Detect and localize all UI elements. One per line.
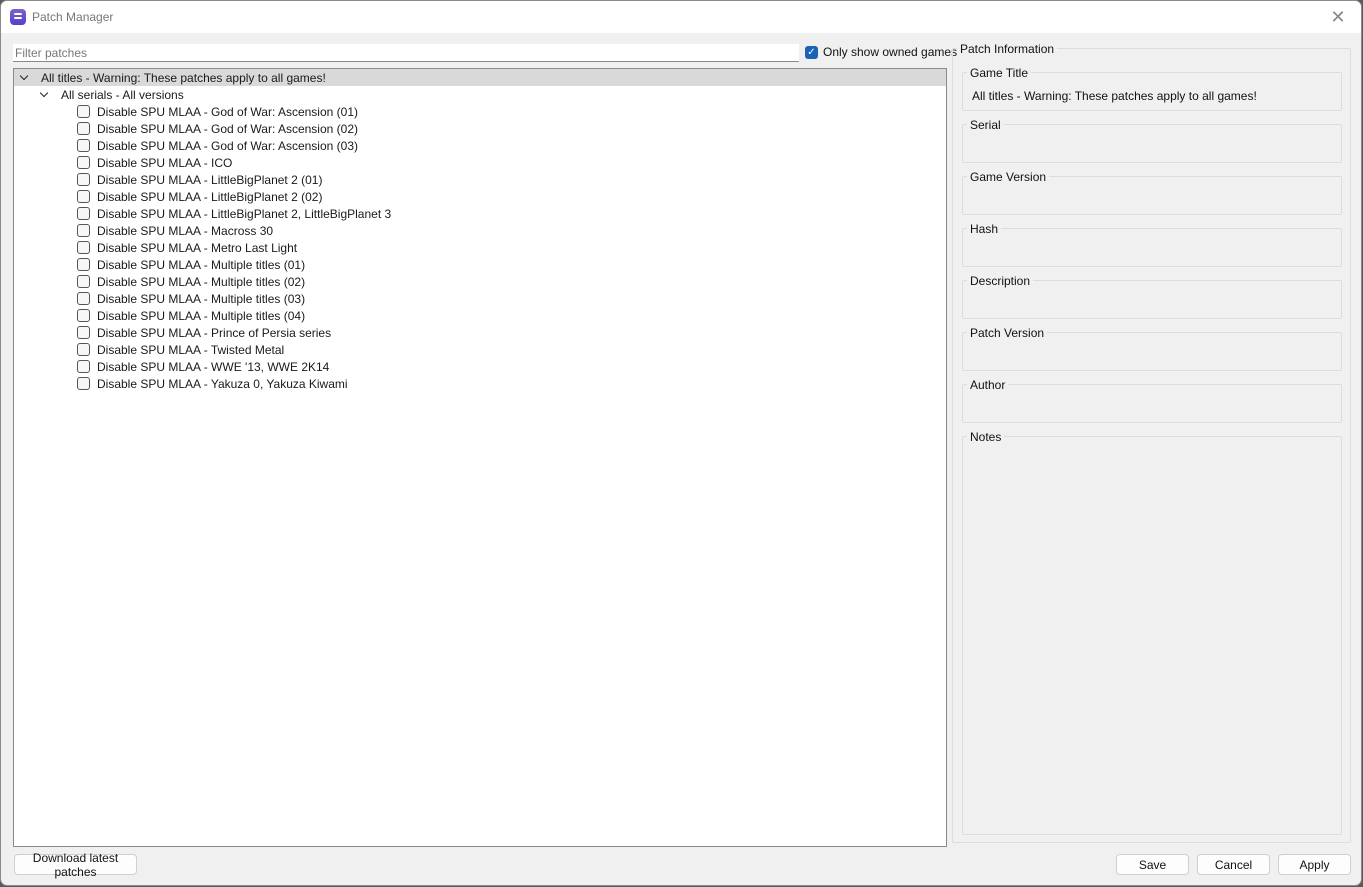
patch-item[interactable]: Disable SPU MLAA - Multiple titles (03) [77, 290, 305, 307]
patch-information-title: Patch Information [957, 42, 1058, 56]
only-show-owned-games-label: Only show owned games [823, 45, 958, 59]
patch-item[interactable]: Disable SPU MLAA - God of War: Ascension… [77, 137, 358, 154]
info-field-notes [962, 436, 1342, 835]
patch-label: Disable SPU MLAA - Multiple titles (04) [97, 308, 306, 323]
patch-label: Disable SPU MLAA - Macross 30 [97, 223, 274, 238]
patch-checkbox[interactable] [77, 224, 90, 237]
patch-label: Disable SPU MLAA - Multiple titles (01) [97, 257, 306, 272]
patch-item[interactable]: Disable SPU MLAA - God of War: Ascension… [77, 103, 358, 120]
patch-checkbox[interactable] [77, 241, 90, 254]
patch-label: Disable SPU MLAA - God of War: Ascension… [97, 138, 358, 153]
patch-item[interactable]: Disable SPU MLAA - Multiple titles (02) [77, 273, 305, 290]
patch-checkbox[interactable] [77, 156, 90, 169]
patch-checkbox[interactable] [77, 377, 90, 390]
tree-item-all-titles[interactable]: All titles - Warning: These patches appl… [14, 69, 946, 86]
patch-label: Disable SPU MLAA - WWE '13, WWE 2K14 [97, 359, 330, 374]
patch-label: Disable SPU MLAA - ICO [97, 155, 233, 170]
patch-checkbox[interactable] [77, 190, 90, 203]
patch-checkbox[interactable] [77, 173, 90, 186]
info-field-hash [962, 228, 1342, 267]
filter-patches-input[interactable] [13, 44, 799, 62]
apply-button[interactable]: Apply [1278, 854, 1351, 875]
patch-item[interactable]: Disable SPU MLAA - Prince of Persia seri… [77, 324, 331, 341]
patch-label: Disable SPU MLAA - LittleBigPlanet 2 (01… [97, 172, 323, 187]
patch-label: Disable SPU MLAA - LittleBigPlanet 2, Li… [97, 206, 392, 221]
patch-item[interactable]: Disable SPU MLAA - Yakuza 0, Yakuza Kiwa… [77, 375, 348, 392]
info-field-label: Game Title [967, 66, 1032, 80]
close-button[interactable]: ✕ [1315, 1, 1361, 33]
patch-tree[interactable]: All titles - Warning: These patches appl… [13, 68, 947, 847]
patch-label: Disable SPU MLAA - Metro Last Light [97, 240, 298, 255]
info-field-author [962, 384, 1342, 423]
cancel-button[interactable]: Cancel [1197, 854, 1270, 875]
close-icon: ✕ [1330, 6, 1346, 27]
info-field-label: Serial [967, 118, 1004, 132]
patch-checkbox[interactable] [77, 207, 90, 220]
patch-label: Disable SPU MLAA - LittleBigPlanet 2 (02… [97, 189, 323, 204]
patch-item[interactable]: Disable SPU MLAA - Multiple titles (01) [77, 256, 305, 273]
patch-item[interactable]: Disable SPU MLAA - WWE '13, WWE 2K14 [77, 358, 329, 375]
app-icon [10, 9, 26, 25]
patch-label: Disable SPU MLAA - Multiple titles (03) [97, 291, 306, 306]
chevron-down-icon[interactable] [19, 72, 31, 84]
info-field-label: Patch Version [967, 326, 1048, 340]
patch-checkbox[interactable] [77, 309, 90, 322]
download-latest-patches-button[interactable]: Download latest patches [14, 851, 137, 879]
patch-checkbox[interactable] [77, 139, 90, 152]
info-field-value: All titles - Warning: These patches appl… [972, 89, 1257, 103]
tree-item-all-serials[interactable]: All serials - All versions [14, 86, 946, 103]
info-field-label: Game Version [967, 170, 1050, 184]
patch-checkbox[interactable] [77, 105, 90, 118]
patch-checkbox[interactable] [77, 275, 90, 288]
patch-label: Disable SPU MLAA - Prince of Persia seri… [97, 325, 332, 340]
tree-item-label: All titles - Warning: These patches appl… [41, 70, 326, 85]
chevron-down-icon[interactable] [39, 89, 51, 101]
info-field-label: Notes [967, 430, 1005, 444]
patch-item[interactable]: Disable SPU MLAA - Metro Last Light [77, 239, 297, 256]
patch-label: Disable SPU MLAA - Twisted Metal [97, 342, 285, 357]
patch-item[interactable]: Disable SPU MLAA - LittleBigPlanet 2, Li… [77, 205, 391, 222]
patch-checkbox[interactable] [77, 292, 90, 305]
patch-item[interactable]: Disable SPU MLAA - Twisted Metal [77, 341, 284, 358]
only-show-owned-games-checkbox[interactable]: ✓ Only show owned games [805, 45, 957, 59]
patch-checkbox[interactable] [77, 326, 90, 339]
info-field-label: Description [967, 274, 1034, 288]
window-title: Patch Manager [32, 10, 114, 24]
patch-item[interactable]: Disable SPU MLAA - Multiple titles (04) [77, 307, 305, 324]
info-field-label: Author [967, 378, 1009, 392]
patch-item[interactable]: Disable SPU MLAA - ICO [77, 154, 232, 171]
checkmark-icon: ✓ [805, 45, 818, 59]
patch-item[interactable]: Disable SPU MLAA - LittleBigPlanet 2 (02… [77, 188, 322, 205]
patch-label: Disable SPU MLAA - God of War: Ascension… [97, 104, 358, 119]
patch-label: Disable SPU MLAA - God of War: Ascension… [97, 121, 358, 136]
patch-checkbox[interactable] [77, 343, 90, 356]
info-field-serial [962, 124, 1342, 163]
patch-label: Disable SPU MLAA - Multiple titles (02) [97, 274, 306, 289]
patch-label: Disable SPU MLAA - Yakuza 0, Yakuza Kiwa… [97, 376, 348, 391]
patch-item[interactable]: Disable SPU MLAA - Macross 30 [77, 222, 273, 239]
title-bar: Patch Manager ✕ [1, 1, 1361, 33]
tree-item-label: All serials - All versions [61, 87, 184, 102]
patch-checkbox[interactable] [77, 258, 90, 271]
patch-checkbox[interactable] [77, 360, 90, 373]
patch-item[interactable]: Disable SPU MLAA - LittleBigPlanet 2 (01… [77, 171, 322, 188]
info-field-label: Hash [967, 222, 1002, 236]
patch-manager-window: Patch Manager ✕ ✓ Only show owned games … [0, 0, 1362, 886]
patch-item[interactable]: Disable SPU MLAA - God of War: Ascension… [77, 120, 358, 137]
patch-checkbox[interactable] [77, 122, 90, 135]
save-button[interactable]: Save [1116, 854, 1189, 875]
